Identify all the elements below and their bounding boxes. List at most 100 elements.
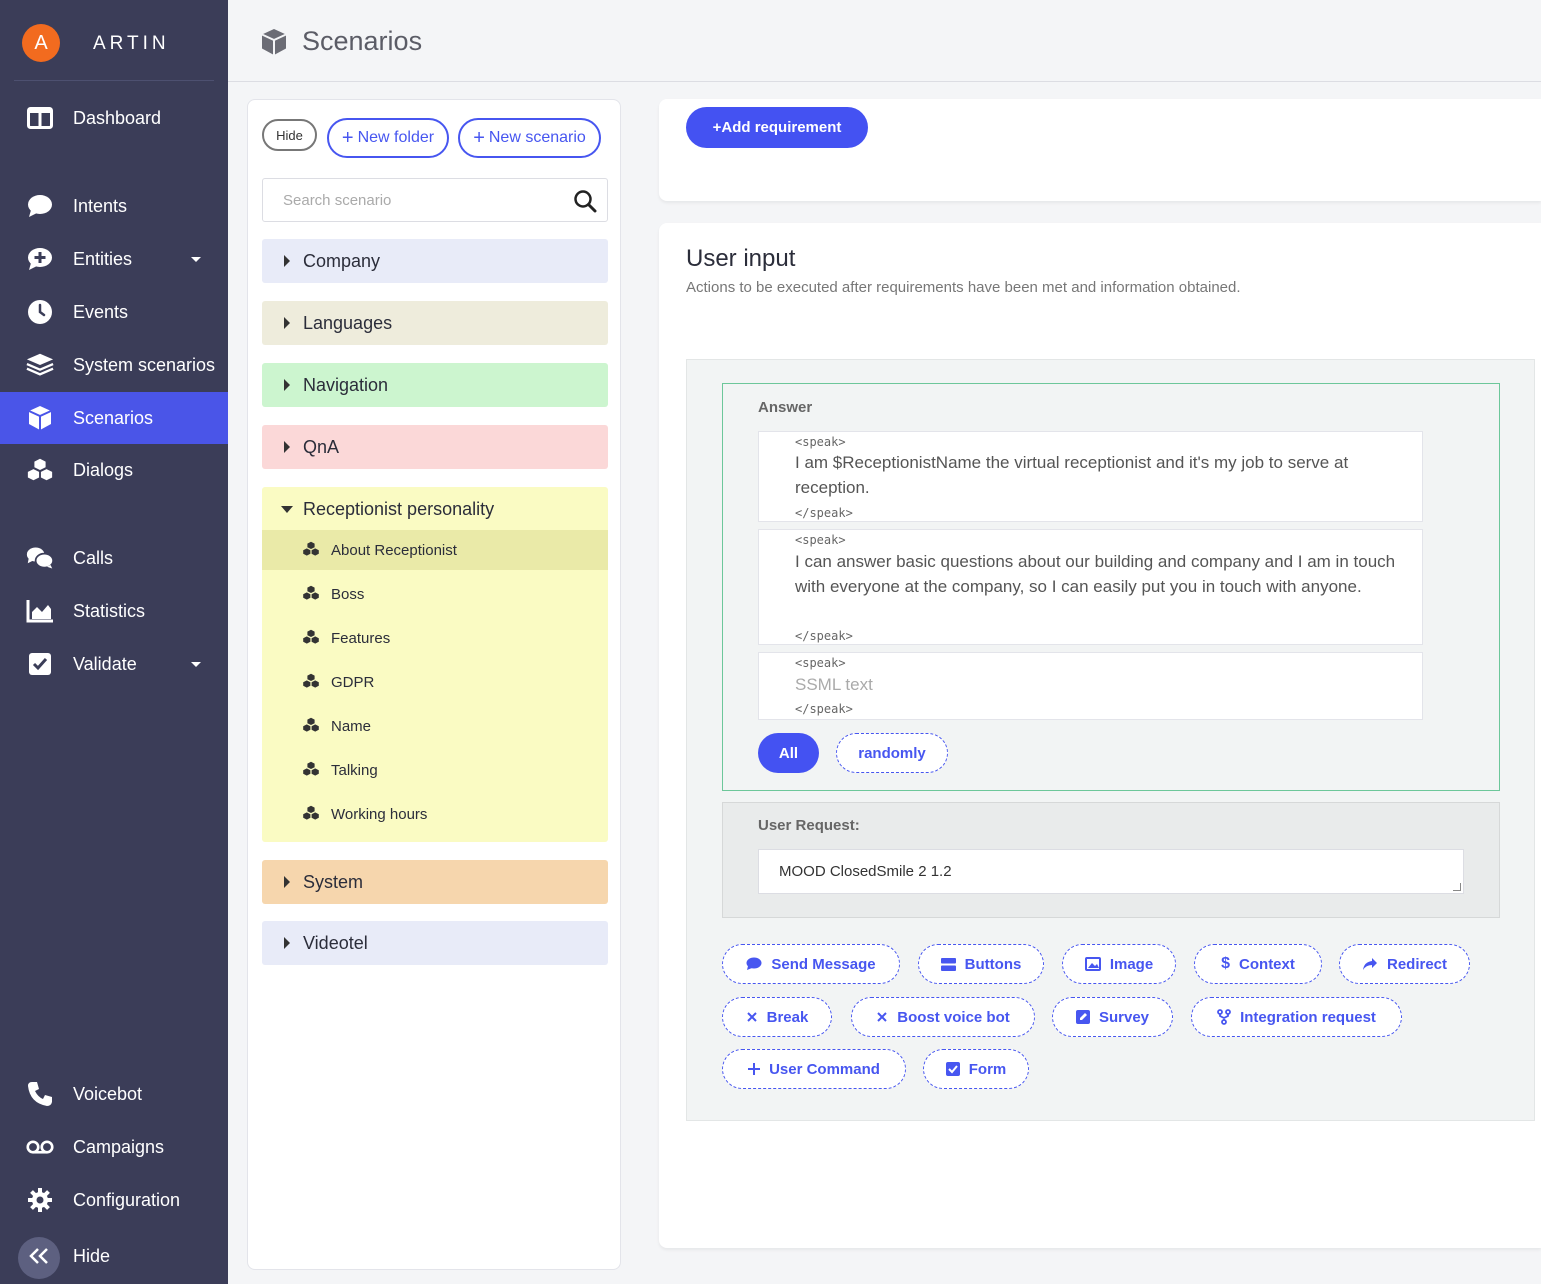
scenario-item[interactable]: Boss xyxy=(262,574,608,614)
cubes-icon xyxy=(26,456,54,484)
scenario-item[interactable]: Features xyxy=(262,618,608,658)
section-title: User input xyxy=(686,245,796,272)
scenario-item[interactable]: About Receptionist xyxy=(262,530,608,570)
break-button[interactable]: Break xyxy=(722,997,832,1037)
fork-icon xyxy=(1217,1009,1231,1025)
sidebar-item-intents[interactable]: Intents xyxy=(0,180,228,232)
action-label: User Command xyxy=(769,1060,880,1078)
action-label: Break xyxy=(766,1008,809,1026)
requirements-card: +Add requirement xyxy=(659,99,1541,201)
mode-all-button[interactable]: All xyxy=(758,733,819,773)
sidebar-item-validate[interactable]: Validate xyxy=(0,638,228,690)
folder-languages[interactable]: Languages xyxy=(262,301,608,345)
sidebar-item-label: Hide xyxy=(73,1245,111,1266)
sidebar-item-voicebot[interactable]: Voicebot xyxy=(0,1068,228,1120)
new-scenario-label: New scenario xyxy=(488,129,586,146)
buttons-button[interactable]: Buttons xyxy=(918,944,1044,984)
user-command-button[interactable]: User Command xyxy=(722,1049,906,1089)
new-folder-button[interactable]: + New folder xyxy=(327,118,449,158)
sidebar-item-calls[interactable]: Calls xyxy=(0,532,228,584)
speak-open-tag: <speak> xyxy=(795,435,846,449)
sidebar-item-hide[interactable]: Hide xyxy=(0,1230,150,1282)
context-button[interactable]: $ Context xyxy=(1194,944,1322,984)
answer-label: Answer xyxy=(758,399,813,416)
user-avatar[interactable]: A xyxy=(22,24,60,62)
action-label: Buttons xyxy=(964,955,1022,973)
cubes-icon xyxy=(302,629,320,649)
sidebar-item-label: Calls xyxy=(73,547,114,568)
folder-navigation[interactable]: Navigation xyxy=(262,363,608,407)
boost-voice-bot-button[interactable]: Boost voice bot xyxy=(851,997,1035,1037)
sidebar-item-label: Voicebot xyxy=(73,1083,143,1104)
action-label: Boost voice bot xyxy=(897,1008,1010,1026)
cube-icon xyxy=(26,404,54,432)
scenario-tree-panel: Hide +New folder +New scenario Company L… xyxy=(247,99,621,1270)
folder-header[interactable]: Receptionist personality xyxy=(262,487,608,531)
resize-handle[interactable] xyxy=(1453,883,1461,891)
folder-videotel[interactable]: Videotel xyxy=(262,921,608,965)
folder-system[interactable]: System xyxy=(262,860,608,904)
chat-plus-icon xyxy=(26,245,54,273)
brand-logo[interactable]: ARTIN xyxy=(93,33,170,55)
sidebar-item-label: Statistics xyxy=(73,600,146,621)
sidebar-item-configuration[interactable]: Configuration xyxy=(0,1174,228,1226)
answer-text[interactable]: I am $ReceptionistName the virtual recep… xyxy=(795,451,1412,500)
hide-tree-button[interactable]: Hide xyxy=(262,119,317,151)
sidebar-item-dashboard[interactable]: Dashboard xyxy=(0,92,228,144)
redirect-button[interactable]: Redirect xyxy=(1339,944,1470,984)
mode-randomly-button[interactable]: randomly xyxy=(836,733,948,773)
speak-open-tag: <speak> xyxy=(795,533,846,547)
plus-icon: + xyxy=(341,126,354,149)
sidebar-item-system-scenarios[interactable]: System scenarios xyxy=(0,339,228,391)
scenario-label: Talking xyxy=(331,761,378,779)
action-container: Answer <speak> I am $ReceptionistName th… xyxy=(686,359,1535,1121)
send-message-button[interactable]: Send Message xyxy=(722,944,900,984)
sidebar-item-scenarios[interactable]: Scenarios xyxy=(0,392,228,444)
edit-icon xyxy=(1075,1010,1090,1024)
voicemail-icon xyxy=(26,1133,54,1161)
folder-company[interactable]: Company xyxy=(262,239,608,283)
times-icon xyxy=(876,1011,888,1023)
action-label: Integration request xyxy=(1240,1008,1376,1026)
sidebar-item-campaigns[interactable]: Campaigns xyxy=(0,1121,228,1173)
folder-qna[interactable]: QnA xyxy=(262,425,608,469)
chat-bubble-icon xyxy=(26,192,54,220)
dashboard-icon xyxy=(26,104,54,132)
ssml-answer-new[interactable]: <speak> SSML text </speak> xyxy=(758,652,1423,720)
checkbox-icon xyxy=(26,650,54,678)
scenario-label: Name xyxy=(331,717,372,735)
scenario-item[interactable]: GDPR xyxy=(262,662,608,702)
image-button[interactable]: Image xyxy=(1062,944,1176,984)
area-chart-icon xyxy=(26,597,54,625)
search-icon[interactable] xyxy=(573,189,597,218)
sidebar-item-label: Dashboard xyxy=(73,107,162,128)
sidebar-item-dialogs[interactable]: Dialogs xyxy=(0,444,228,496)
search-input[interactable] xyxy=(263,179,563,221)
folder-label: Videotel xyxy=(303,932,368,953)
ssml-text-placeholder[interactable]: SSML text xyxy=(795,673,1412,698)
sidebar-item-entities[interactable]: Entities xyxy=(0,233,228,285)
form-button[interactable]: Form xyxy=(923,1049,1029,1089)
new-scenario-button[interactable]: + New scenario xyxy=(458,118,601,158)
caret-right-icon xyxy=(284,876,290,888)
scenario-item[interactable]: Working hours xyxy=(262,794,608,834)
scenario-item[interactable]: Talking xyxy=(262,750,608,790)
mode-randomly-label: randomly xyxy=(858,744,926,762)
ssml-answer-1[interactable]: <speak> I am $ReceptionistName the virtu… xyxy=(758,431,1423,522)
sidebar-item-label: Entities xyxy=(73,248,133,269)
ssml-answer-2[interactable]: <speak> I can answer basic questions abo… xyxy=(758,529,1423,645)
sidebar-item-statistics[interactable]: Statistics xyxy=(0,585,228,637)
cubes-icon xyxy=(302,761,320,781)
action-label: Image xyxy=(1109,955,1154,973)
survey-button[interactable]: Survey xyxy=(1052,997,1173,1037)
answer-text[interactable]: I can answer basic questions about our b… xyxy=(795,550,1412,599)
integration-request-button[interactable]: Integration request xyxy=(1191,997,1402,1037)
scenario-item[interactable]: Name xyxy=(262,706,608,746)
caret-right-icon xyxy=(284,937,290,949)
sidebar: A ARTIN Dashboard Intents Entities Event… xyxy=(0,0,228,1284)
divider xyxy=(14,80,214,81)
user-request-label: User Request: xyxy=(758,817,860,834)
user-request-input[interactable]: MOOD ClosedSmile 2 1.2 xyxy=(758,849,1464,894)
add-requirement-button[interactable]: +Add requirement xyxy=(686,107,868,148)
sidebar-item-events[interactable]: Events xyxy=(0,286,228,338)
